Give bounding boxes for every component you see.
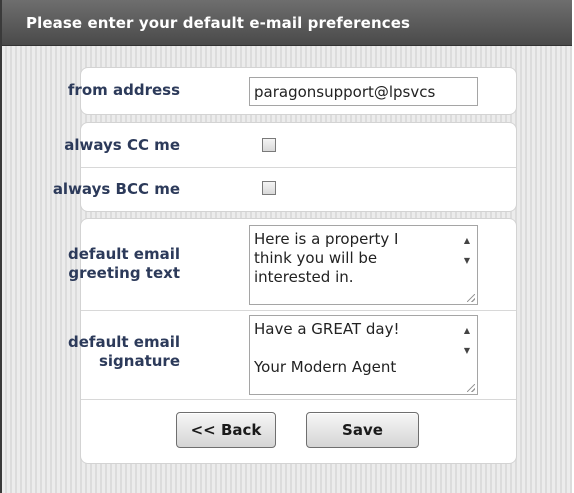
greeting-label-line2: greeting text xyxy=(68,264,180,282)
scroll-up-arrow-icon[interactable]: ▲ xyxy=(462,326,472,336)
greeting-label-line1: default email xyxy=(68,245,180,263)
signature-text-value: Have a GREAT day! Your Modern Agent xyxy=(254,320,400,376)
from-address-label: from address xyxy=(67,81,180,99)
signature-label-line1: default email xyxy=(68,333,180,351)
preferences-panel: Please enter your default e-mail prefere… xyxy=(0,0,572,493)
always-cc-checkbox[interactable] xyxy=(262,138,276,152)
row-divider xyxy=(81,167,516,168)
save-button[interactable]: Save xyxy=(306,412,419,448)
scroll-up-arrow-icon[interactable]: ▲ xyxy=(462,236,472,246)
from-address-section: from address xyxy=(68,67,517,115)
panel-title: Please enter your default e-mail prefere… xyxy=(2,0,572,46)
copy-options-section: always CC me always BCC me xyxy=(53,122,517,212)
always-cc-label: always CC me xyxy=(64,136,180,154)
always-bcc-checkbox[interactable] xyxy=(262,181,276,195)
always-bcc-label: always BCC me xyxy=(52,180,180,198)
from-address-input[interactable] xyxy=(249,77,478,106)
signature-label-line2: signature xyxy=(98,352,180,370)
greeting-text-area[interactable]: Here is a property I think you will be i… xyxy=(249,225,478,305)
resize-grip-icon[interactable] xyxy=(467,294,475,302)
resize-grip-icon[interactable] xyxy=(467,384,475,392)
scroll-down-arrow-icon[interactable]: ▼ xyxy=(462,346,472,356)
row-divider xyxy=(81,399,516,400)
greeting-text-label: default email greeting text xyxy=(68,245,180,283)
greeting-text-value: Here is a property I think you will be i… xyxy=(254,230,399,286)
email-text-section: default email greeting text Here is a pr… xyxy=(68,218,517,464)
signature-text-area[interactable]: Have a GREAT day! Your Modern Agent ▲ ▼ xyxy=(249,315,478,395)
back-button[interactable]: << Back xyxy=(176,412,276,448)
scroll-down-arrow-icon[interactable]: ▼ xyxy=(462,256,472,266)
row-divider xyxy=(81,310,516,311)
signature-label: default email signature xyxy=(68,333,180,371)
